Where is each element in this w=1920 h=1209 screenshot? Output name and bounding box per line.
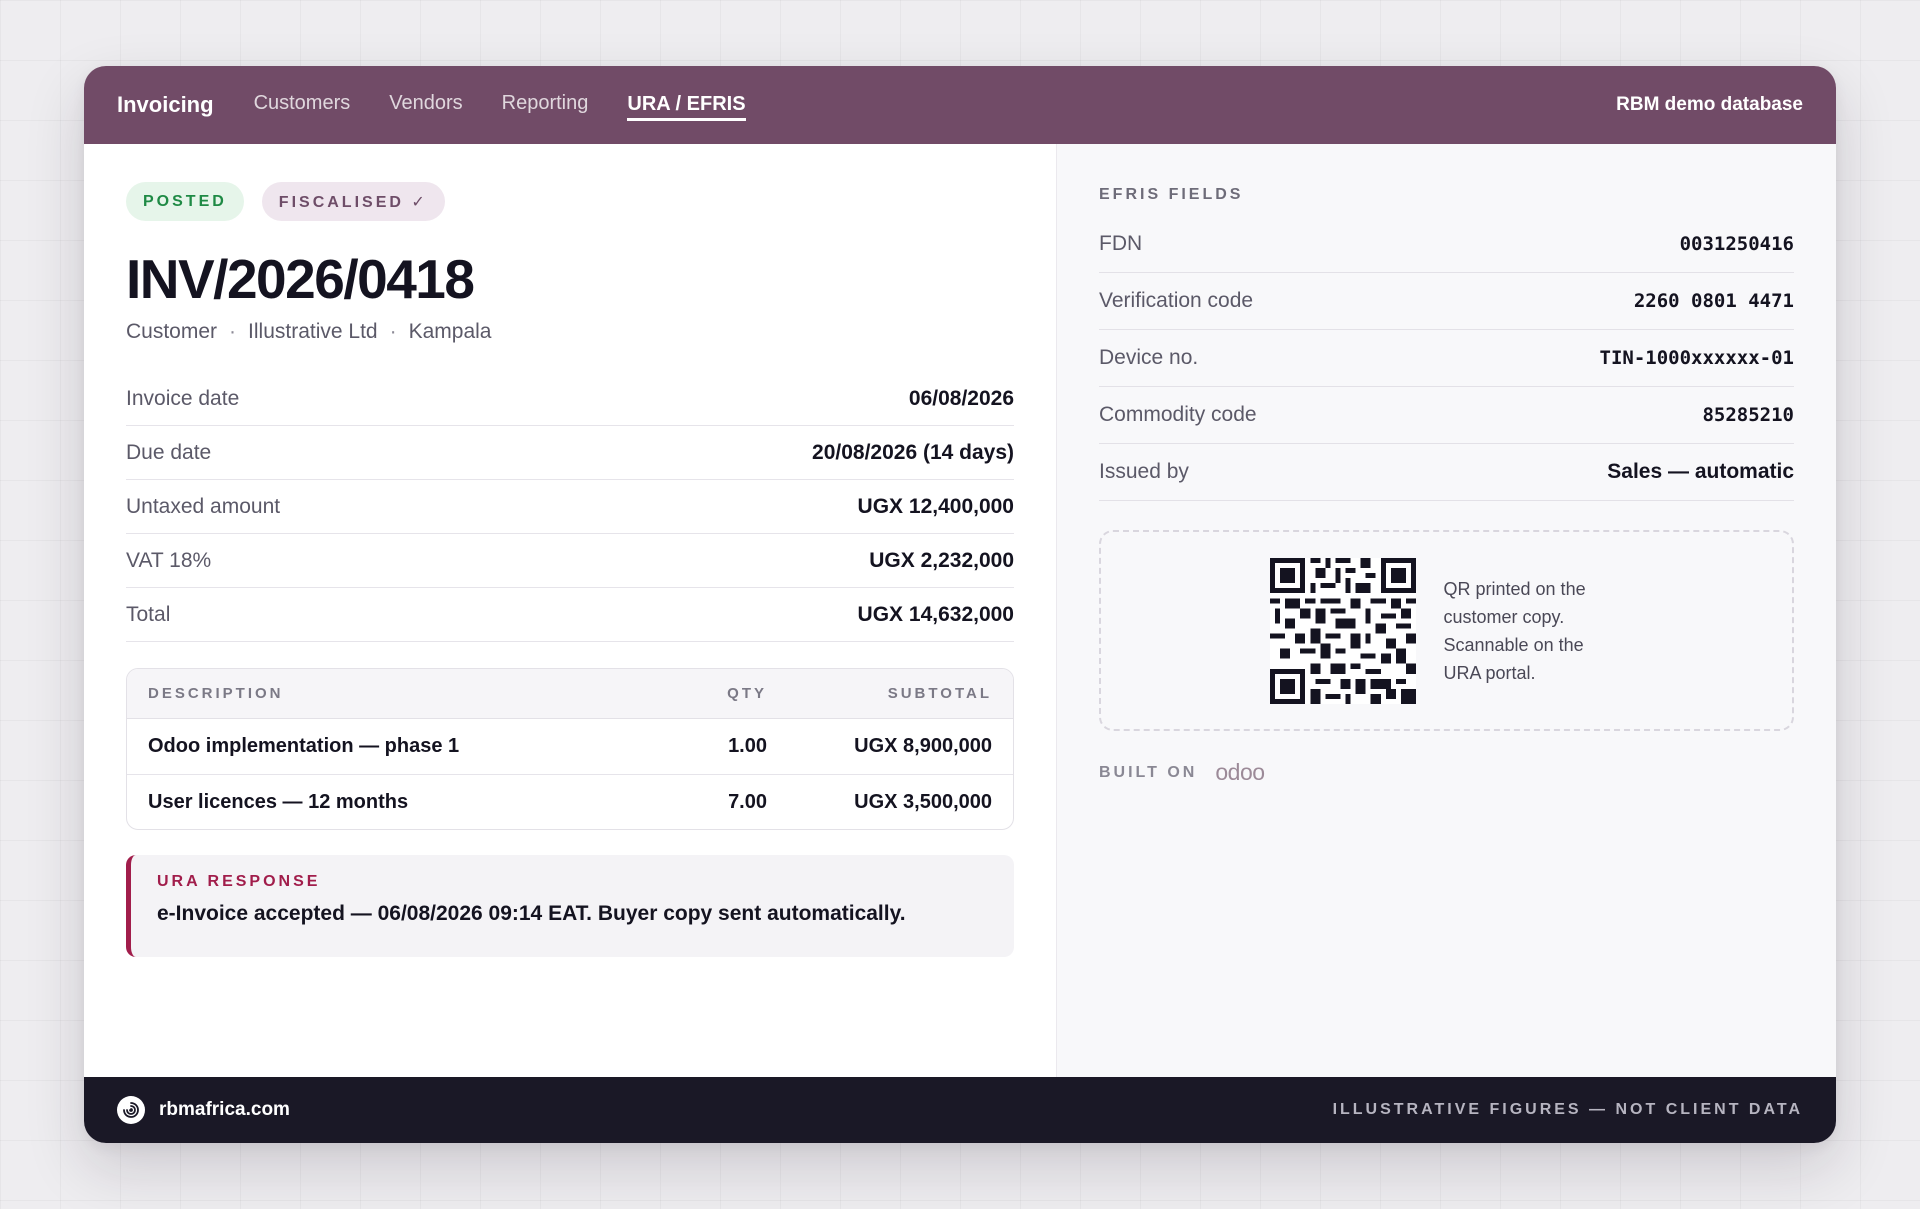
efris-label: Issued by [1099, 460, 1189, 483]
invoice-number: INV/2026/0418 [126, 248, 475, 310]
efris-value: TIN-1000xxxxxx-01 [1599, 347, 1794, 369]
summary-label: Untaxed amount [126, 494, 281, 518]
ura-response-title: URA RESPONSE [157, 873, 321, 890]
efris-row-device-no: Device no. TIN-1000xxxxxx-01 [1099, 330, 1794, 387]
summary-value: UGX 14,632,000 [857, 602, 1014, 626]
table-row[interactable]: User licences — 12 months 7.00 UGX 3,500… [127, 774, 1013, 829]
database-name[interactable]: RBM demo database [1616, 94, 1803, 116]
footer-bar: rbmafrica.com ILLUSTRATIVE FIGURES — NOT… [84, 1077, 1836, 1143]
customer-label: Customer [126, 320, 218, 343]
top-nav-bar: Invoicing Customers Vendors Reporting UR… [84, 66, 1836, 144]
nav-item-customers[interactable]: Customers [254, 92, 351, 118]
column-header-subtotal[interactable]: SUBTOTAL [767, 685, 992, 702]
rbm-logo-icon [117, 1096, 145, 1124]
separator-dot: · [389, 320, 397, 343]
ura-response-box: URA RESPONSE e-Invoice accepted — 06/08/… [126, 855, 1014, 957]
efris-fields-list: FDN 0031250416 Verification code 2260 08… [1099, 216, 1794, 501]
line-description: Odoo implementation — phase 1 [148, 735, 460, 757]
efris-fields-title: EFRIS FIELDS [1099, 186, 1244, 203]
line-qty: 1.00 [728, 735, 767, 757]
built-on-label: BUILT ON [1099, 763, 1198, 781]
summary-value: 06/08/2026 [908, 386, 1014, 410]
summary-label: Invoice date [126, 386, 240, 410]
table-header: DESCRIPTION QTY SUBTOTAL [127, 669, 1013, 719]
column-header-qty[interactable]: QTY [677, 685, 767, 702]
summary-value: UGX 2,232,000 [869, 548, 1014, 572]
nav-item-vendors[interactable]: Vendors [389, 92, 462, 118]
column-header-description[interactable]: DESCRIPTION [148, 685, 677, 702]
table-row[interactable]: Odoo implementation — phase 1 1.00 UGX 8… [127, 719, 1013, 774]
footer-disclaimer: ILLUSTRATIVE FIGURES — NOT CLIENT DATA [1332, 1101, 1803, 1118]
summary-row-total: Total UGX 14,632,000 [126, 588, 1014, 642]
summary-row-untaxed: Untaxed amount UGX 12,400,000 [126, 480, 1014, 534]
summary-label: Due date [126, 440, 212, 464]
invoice-panel: POSTED FISCALISED ✓ INV/2026/0418 Custom… [84, 144, 1056, 1078]
efris-label: Commodity code [1099, 403, 1257, 426]
qr-code-icon [1269, 557, 1416, 704]
line-subtotal: UGX 3,500,000 [854, 790, 992, 813]
line-subtotal: UGX 8,900,000 [854, 735, 992, 757]
efris-value: 85285210 [1702, 404, 1794, 426]
line-description: User licences — 12 months [148, 790, 409, 813]
summary-row-vat: VAT 18% UGX 2,232,000 [126, 534, 1014, 588]
efris-row-issued-by: Issued by Sales — automatic [1099, 444, 1794, 501]
status-badge-fiscalised: FISCALISED ✓ [261, 182, 445, 221]
customer-city: Kampala [408, 320, 492, 343]
efris-panel: EFRIS FIELDS FDN 0031250416 Verification… [1056, 144, 1836, 1078]
efris-label: Verification code [1099, 289, 1254, 312]
efris-value: 0031250416 [1679, 233, 1794, 255]
efris-value: Sales — automatic [1607, 460, 1794, 483]
efris-value: 2260 0801 4471 [1633, 290, 1794, 312]
summary-row-invoice-date: Invoice date 06/08/2026 [126, 372, 1014, 426]
qr-caption: QR printed on the customer copy. Scannab… [1443, 578, 1586, 683]
ura-response-text: e-Invoice accepted — 06/08/2026 09:14 EA… [157, 902, 906, 925]
efris-label: FDN [1099, 232, 1143, 255]
invoice-window: Invoicing Customers Vendors Reporting UR… [84, 66, 1836, 1143]
built-on-row: BUILT ON odoo [1099, 759, 1794, 786]
spiral-icon [123, 1102, 139, 1118]
status-badge-posted: POSTED [126, 182, 244, 221]
separator-dot: · [229, 320, 237, 343]
efris-row-fdn: FDN 0031250416 [1099, 216, 1794, 273]
efris-label: Device no. [1099, 346, 1199, 369]
invoice-summary: Invoice date 06/08/2026 Due date 20/08/2… [126, 372, 1014, 642]
nav-item-reporting[interactable]: Reporting [502, 92, 589, 118]
customer-line: Customer · Illustrative Ltd · Kampala [126, 320, 1014, 344]
nav-item-ura-efris[interactable]: URA / EFRIS [627, 93, 746, 121]
summary-row-due-date: Due date 20/08/2026 (14 days) [126, 426, 1014, 480]
customer-name[interactable]: Illustrative Ltd [248, 320, 378, 344]
qr-code-box: QR printed on the customer copy. Scannab… [1099, 530, 1794, 731]
invoice-lines-table: DESCRIPTION QTY SUBTOTAL Odoo implementa… [126, 668, 1014, 830]
efris-row-commodity-code: Commodity code 85285210 [1099, 387, 1794, 444]
summary-label: Total [126, 602, 171, 626]
summary-label: VAT 18% [126, 548, 212, 572]
odoo-logo: odoo [1215, 759, 1265, 785]
footer-site-link[interactable]: rbmafrica.com [159, 1099, 290, 1121]
summary-value: 20/08/2026 (14 days) [812, 440, 1014, 464]
status-badges: POSTED FISCALISED ✓ [126, 182, 1014, 221]
app-brand[interactable]: Invoicing [117, 92, 214, 118]
line-qty: 7.00 [728, 790, 767, 813]
summary-value: UGX 12,400,000 [857, 494, 1014, 518]
efris-row-verification-code: Verification code 2260 0801 4471 [1099, 273, 1794, 330]
